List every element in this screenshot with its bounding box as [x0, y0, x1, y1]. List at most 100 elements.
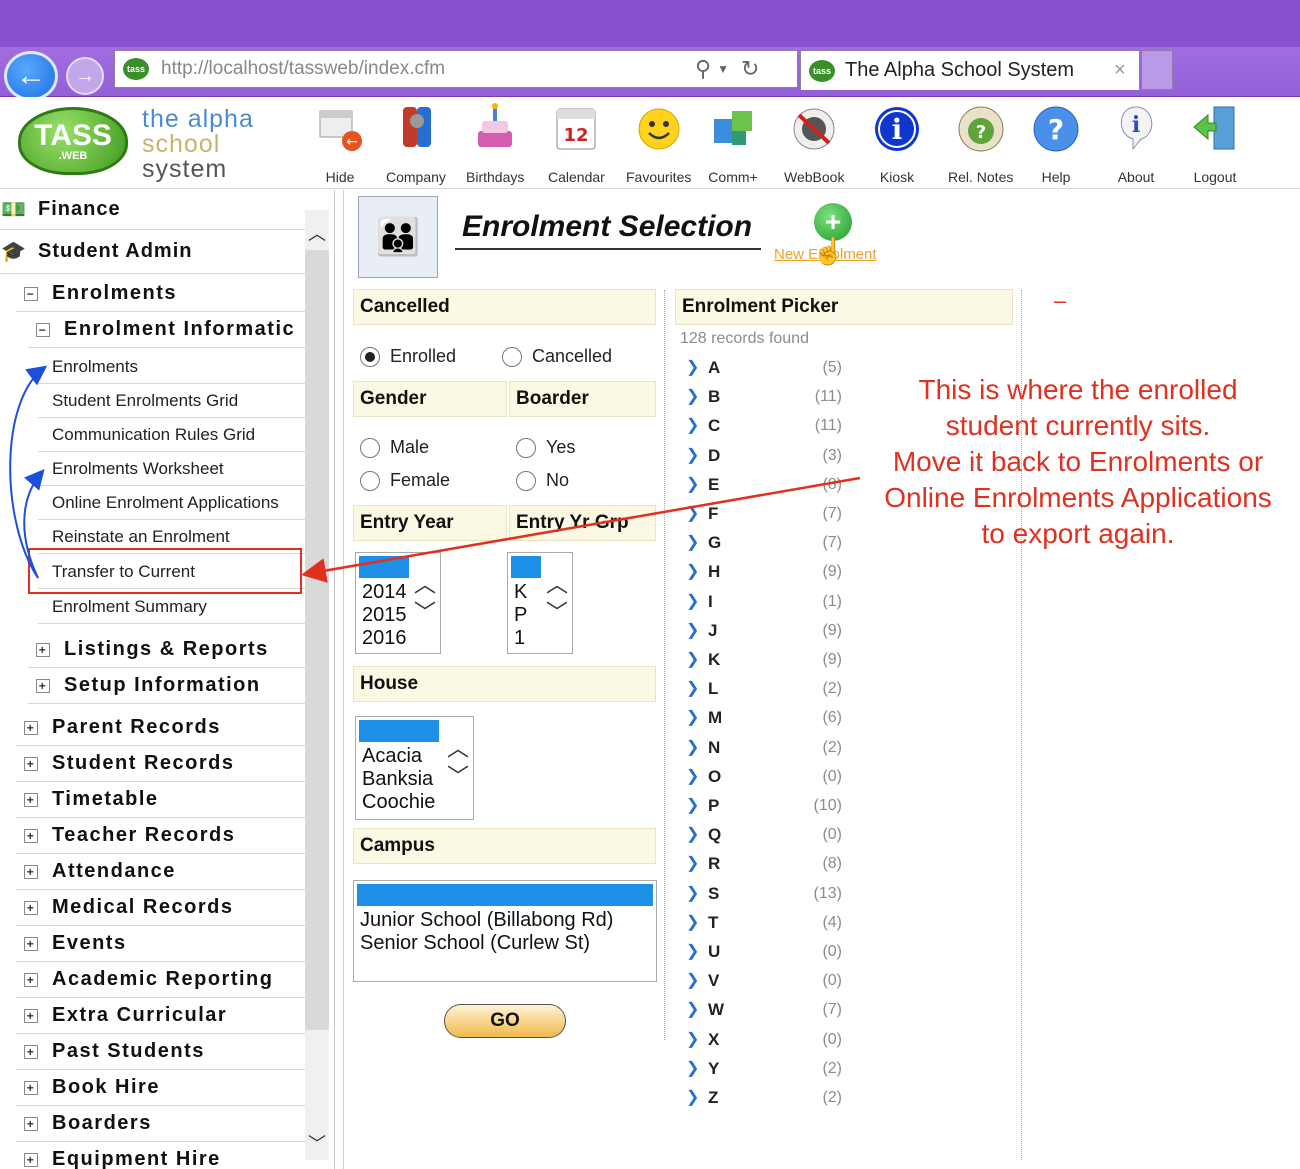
- sidebar-item-timetable[interactable]: + Timetable: [16, 782, 305, 818]
- expand-arrow-icon[interactable]: ❯: [686, 1060, 700, 1076]
- letter-row[interactable]: ❯ G (7): [686, 528, 846, 557]
- expand-arrow-icon[interactable]: ❯: [686, 593, 700, 609]
- letter-row[interactable]: ❯ C (11): [686, 411, 846, 440]
- sidebar-item-past-students[interactable]: + Past Students: [16, 1034, 305, 1070]
- collapse-icon[interactable]: −: [24, 286, 38, 301]
- address-bar[interactable]: tass http://localhost/tassweb/index.cfm …: [114, 50, 798, 88]
- sidebar-item-online-enrolment-applications[interactable]: Online Enrolment Applications: [38, 486, 305, 520]
- toolbar-about[interactable]: i About: [1111, 101, 1161, 185]
- listbox-option[interactable]: Junior School (Billabong Rd): [354, 909, 656, 932]
- letter-label[interactable]: K: [708, 650, 798, 670]
- expand-arrow-icon[interactable]: ❯: [686, 680, 700, 696]
- house-listbox[interactable]: Acacia Banksia Coochie ︿ ﹀: [355, 716, 474, 820]
- letter-label[interactable]: O: [708, 767, 798, 787]
- letter-label[interactable]: A: [708, 358, 798, 378]
- sidebar-item-equipment-hire[interactable]: + Equipment Hire: [16, 1142, 305, 1169]
- toolbar-comm[interactable]: Comm+: [708, 101, 758, 185]
- enrolled-radio[interactable]: Enrolled: [360, 346, 456, 367]
- letter-row[interactable]: ❯ F (7): [686, 499, 846, 528]
- entry-year-listbox[interactable]: 2014 2015 2016 ︿ ﹀: [355, 552, 441, 654]
- expand-arrow-icon[interactable]: ❯: [686, 826, 700, 842]
- close-icon[interactable]: ×: [1114, 59, 1126, 82]
- letter-row[interactable]: ❯ B (11): [686, 382, 846, 411]
- letter-row[interactable]: ❯ P (10): [686, 791, 846, 820]
- expand-icon[interactable]: +: [24, 900, 38, 915]
- letter-row[interactable]: ❯ Q (0): [686, 820, 846, 849]
- listbox-selected-row[interactable]: [511, 556, 541, 578]
- sidebar-item-setup-information[interactable]: + Setup Information: [28, 668, 305, 704]
- listbox-option[interactable]: Coochie: [356, 791, 473, 814]
- letter-label[interactable]: F: [708, 504, 798, 524]
- letter-label[interactable]: U: [708, 942, 798, 962]
- letter-row[interactable]: ❯ A (5): [686, 353, 846, 382]
- letter-label[interactable]: L: [708, 679, 798, 699]
- letter-label[interactable]: W: [708, 1000, 798, 1020]
- expand-arrow-icon[interactable]: ❯: [686, 534, 700, 550]
- expand-arrow-icon[interactable]: ❯: [686, 417, 700, 433]
- expand-arrow-icon[interactable]: ❯: [686, 476, 700, 492]
- letter-label[interactable]: Y: [708, 1059, 798, 1079]
- sidebar-item-student-admin[interactable]: 🎓 Student Admin: [0, 230, 305, 274]
- letter-row[interactable]: ❯ R (8): [686, 849, 846, 878]
- expand-arrow-icon[interactable]: ❯: [686, 563, 700, 579]
- listbox-selected-row[interactable]: [359, 720, 439, 742]
- expand-arrow-icon[interactable]: ❯: [686, 709, 700, 725]
- sidebar-item-enrolments-sub[interactable]: Enrolments: [38, 350, 305, 384]
- new-tab-button[interactable]: [1141, 50, 1173, 90]
- letter-label[interactable]: C: [708, 416, 798, 436]
- expand-icon[interactable]: +: [24, 1044, 38, 1059]
- toolbar-calendar[interactable]: 12 Calendar: [548, 101, 605, 185]
- expand-icon[interactable]: +: [24, 720, 38, 735]
- toolbar-favourites[interactable]: Favourites: [626, 101, 691, 185]
- toolbar-kiosk[interactable]: i Kiosk: [872, 101, 922, 185]
- sidebar-item-parent-records[interactable]: + Parent Records: [16, 710, 305, 746]
- expand-icon[interactable]: +: [24, 756, 38, 771]
- letter-row[interactable]: ❯ Z (2): [686, 1083, 846, 1112]
- browser-tab[interactable]: tass The Alpha School System ×: [800, 50, 1140, 90]
- expand-arrow-icon[interactable]: ❯: [686, 505, 700, 521]
- expand-arrow-icon[interactable]: ❯: [686, 972, 700, 988]
- letter-label[interactable]: M: [708, 708, 798, 728]
- female-radio[interactable]: Female: [360, 470, 450, 491]
- chevron-down-icon[interactable]: ▼: [717, 62, 729, 76]
- letter-label[interactable]: D: [708, 446, 798, 466]
- letter-row[interactable]: ❯ O (0): [686, 762, 846, 791]
- toolbar-hide[interactable]: ← Hide: [318, 101, 362, 185]
- sidebar-item-communication-rules-grid[interactable]: Communication Rules Grid: [38, 418, 305, 452]
- expand-icon[interactable]: +: [24, 1152, 38, 1167]
- letter-label[interactable]: G: [708, 533, 798, 553]
- toolbar-rel-notes[interactable]: ? Rel. Notes: [948, 101, 1013, 185]
- letter-label[interactable]: Z: [708, 1088, 798, 1108]
- letter-label[interactable]: R: [708, 854, 798, 874]
- toolbar-webbook[interactable]: WebBook: [784, 101, 844, 185]
- expand-arrow-icon[interactable]: ❯: [686, 768, 700, 784]
- sidebar-item-attendance[interactable]: + Attendance: [16, 854, 305, 890]
- toolbar-help[interactable]: ? Help: [1031, 101, 1081, 185]
- expand-arrow-icon[interactable]: ❯: [686, 943, 700, 959]
- letter-row[interactable]: ❯ M (6): [686, 703, 846, 732]
- expand-icon[interactable]: +: [24, 864, 38, 879]
- expand-icon[interactable]: +: [36, 642, 50, 657]
- letter-row[interactable]: ❯ X (0): [686, 1025, 846, 1054]
- collapse-icon[interactable]: −: [36, 322, 50, 337]
- letter-label[interactable]: J: [708, 621, 798, 641]
- entry-yr-grp-listbox[interactable]: K P 1 ︿ ﹀: [507, 552, 573, 654]
- scroll-up-icon[interactable]: ︿: [308, 220, 326, 246]
- refresh-icon[interactable]: ↻: [741, 56, 759, 82]
- expand-arrow-icon[interactable]: ❯: [686, 797, 700, 813]
- listbox-selected-row[interactable]: [357, 884, 653, 906]
- letter-row[interactable]: ❯ U (0): [686, 937, 846, 966]
- sidebar-item-finance[interactable]: 💵 Finance: [0, 190, 305, 230]
- listbox-selected-row[interactable]: [359, 556, 409, 578]
- expand-icon[interactable]: +: [24, 792, 38, 807]
- letter-label[interactable]: X: [708, 1030, 798, 1050]
- scroll-down-icon[interactable]: ﹀: [308, 1130, 326, 1156]
- go-button[interactable]: GO: [444, 1004, 566, 1038]
- listbox-scroll-icon[interactable]: ︿ ﹀: [414, 571, 436, 627]
- letter-row[interactable]: ❯ Y (2): [686, 1054, 846, 1083]
- listbox-scroll-icon[interactable]: ︿ ﹀: [546, 571, 568, 627]
- expand-icon[interactable]: +: [36, 678, 50, 693]
- letter-label[interactable]: N: [708, 738, 798, 758]
- campus-listbox[interactable]: Junior School (Billabong Rd) Senior Scho…: [353, 880, 657, 982]
- letter-label[interactable]: E: [708, 475, 798, 495]
